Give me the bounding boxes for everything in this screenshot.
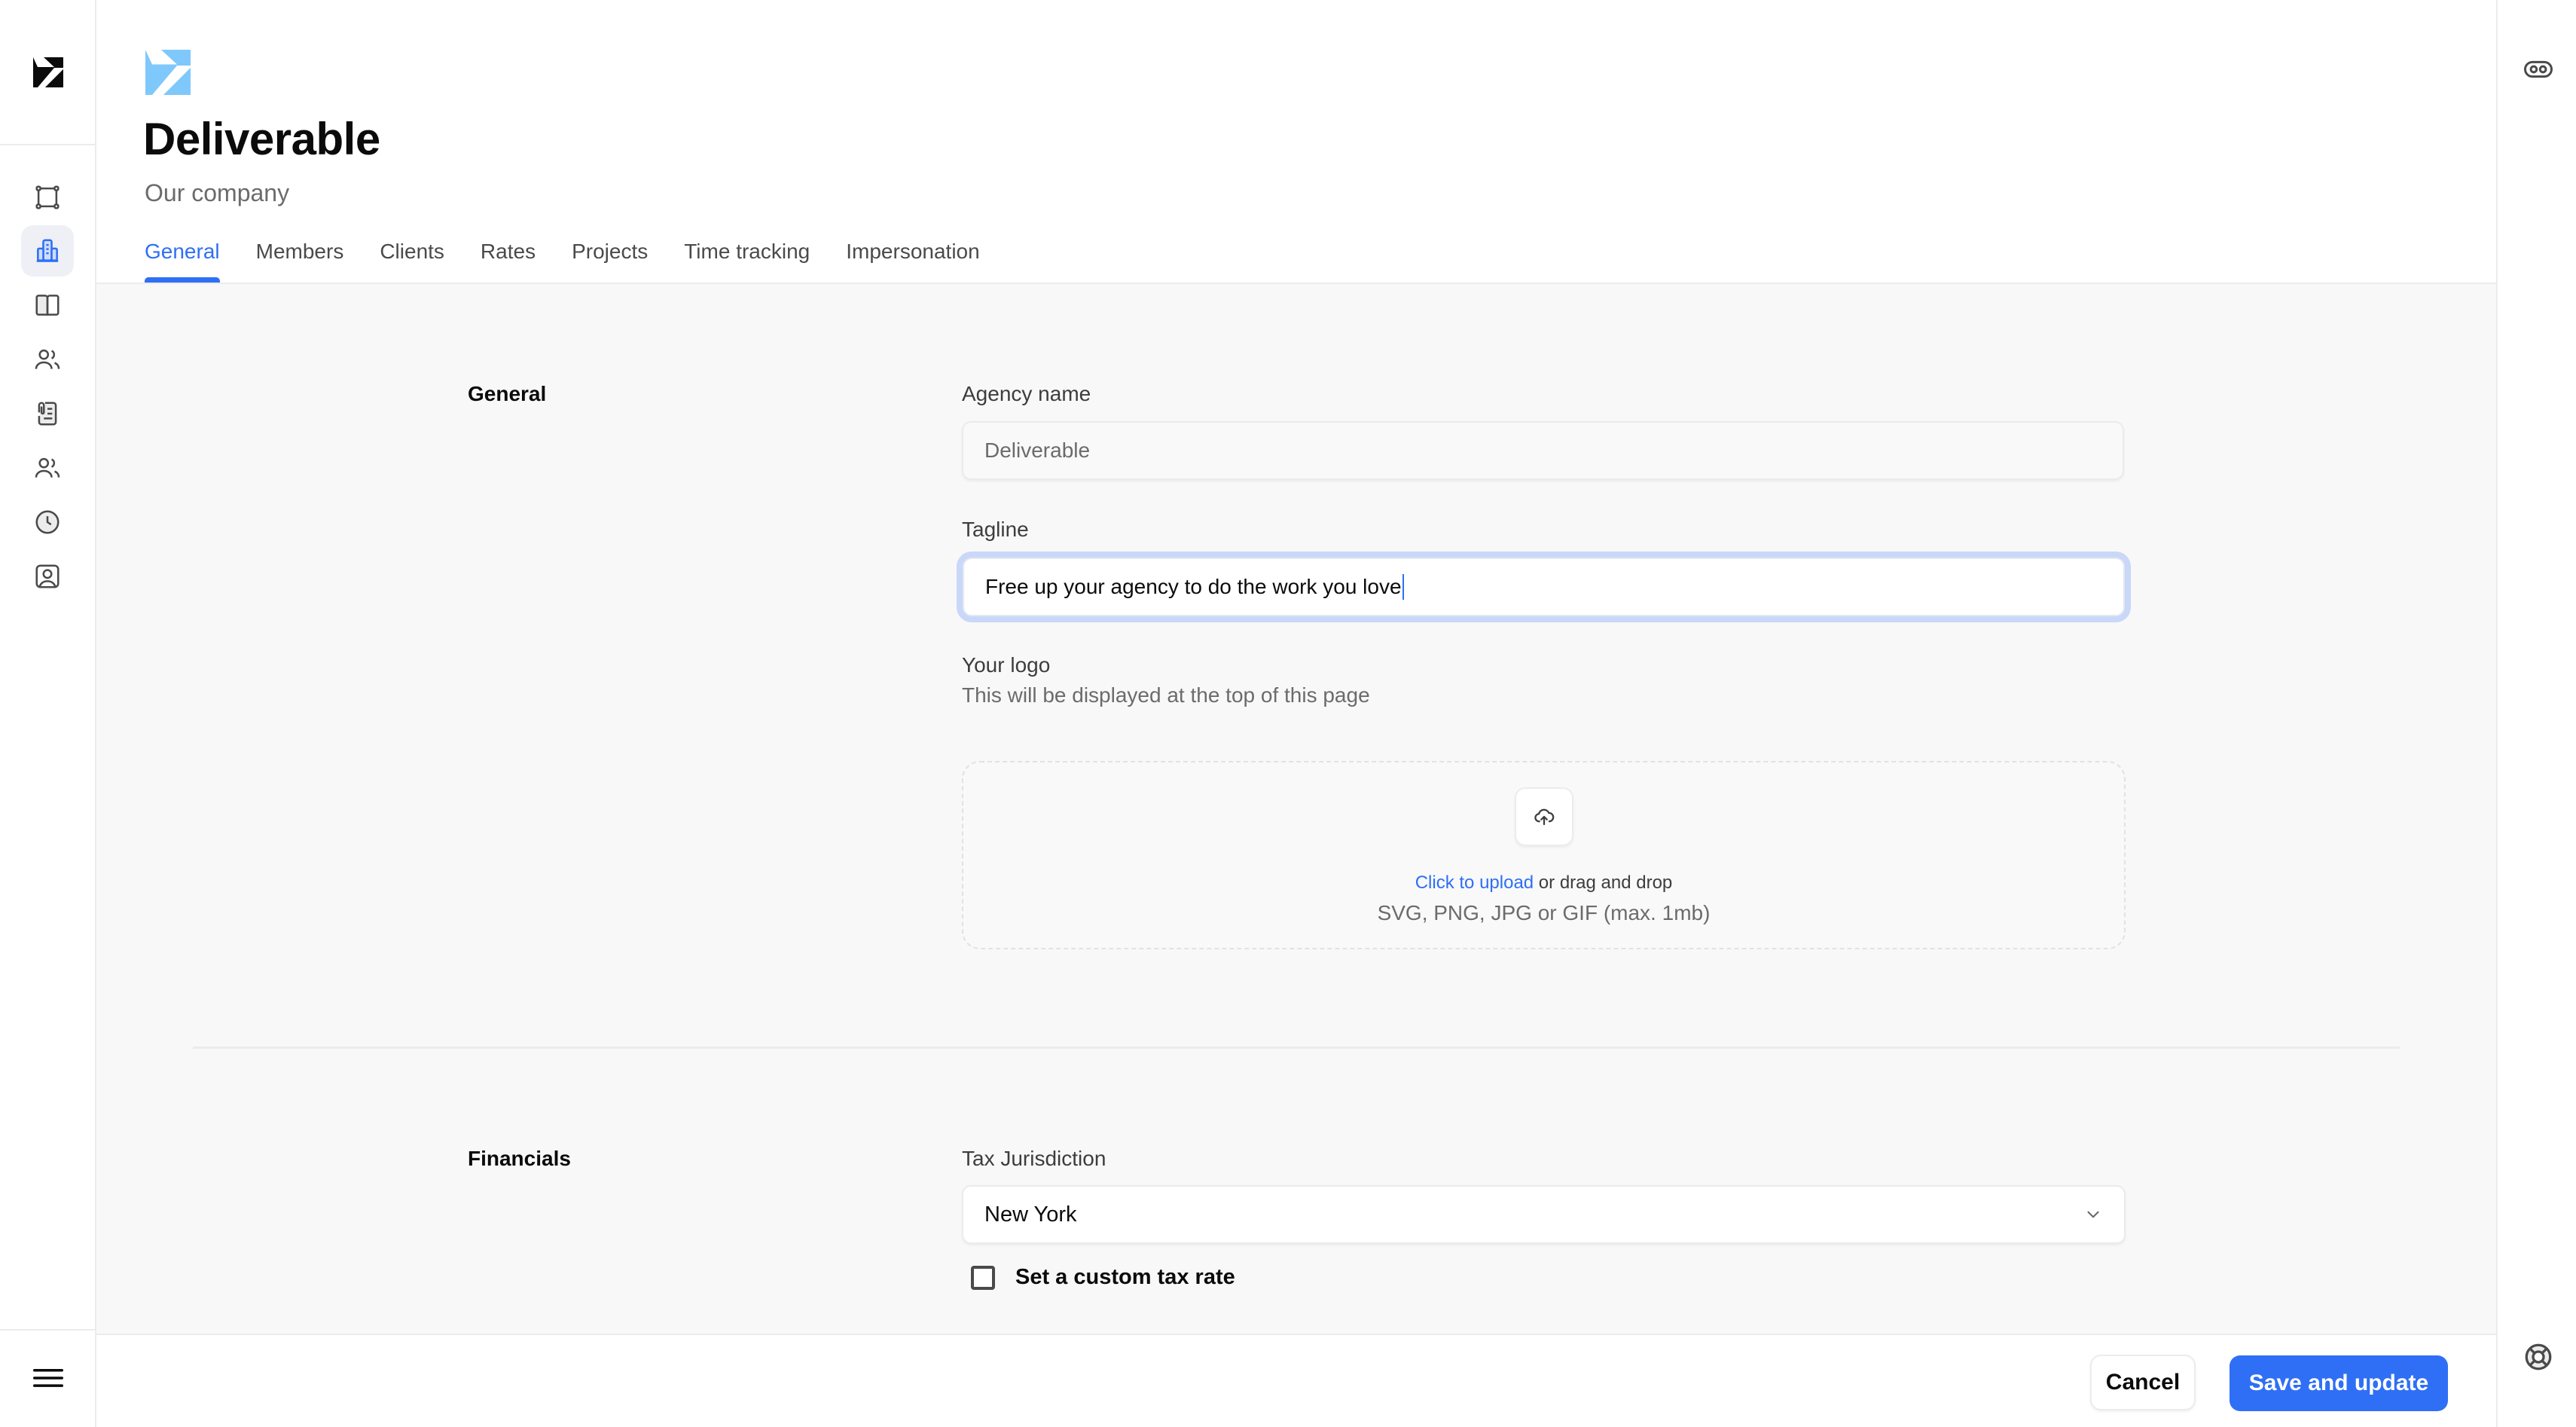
- users-icon: [35, 349, 60, 369]
- agency-name-label: Agency name: [962, 382, 1091, 405]
- settings-content: General Agency name Tagline Free up your…: [96, 284, 2496, 1334]
- logo-label: Your logo: [962, 653, 1051, 677]
- building-icon: [36, 239, 59, 262]
- tab-impersonation[interactable]: Impersonation: [846, 240, 979, 283]
- sidebar-item-documents[interactable]: [21, 388, 74, 439]
- company-logo-icon: [145, 50, 191, 95]
- tagline-input[interactable]: Free up your agency to do the work you l…: [963, 558, 2125, 616]
- cancel-button[interactable]: Cancel: [2090, 1355, 2196, 1410]
- custom-tax-rate-label[interactable]: Set a custom tax rate: [1015, 1265, 1235, 1290]
- cloud-upload-icon: [1534, 808, 1555, 826]
- tagline-label: Tagline: [962, 518, 1029, 541]
- upload-button[interactable]: [1515, 787, 1573, 846]
- chevron-down-icon: [2087, 1211, 2099, 1218]
- tab-members[interactable]: Members: [256, 240, 344, 283]
- save-and-update-button[interactable]: Save and update: [2230, 1355, 2448, 1411]
- tax-jurisdiction-label: Tax Jurisdiction: [962, 1147, 1106, 1170]
- frame-icon: [35, 185, 60, 209]
- page-subtitle: Our company: [145, 179, 290, 206]
- section-label-financials: Financials: [468, 1147, 571, 1170]
- upload-file-hint: SVG, PNG, JPG or GIF (max. 1mb): [1377, 901, 1711, 924]
- user-square-icon: [35, 564, 60, 588]
- tab-general[interactable]: General: [145, 240, 220, 283]
- text-caret: [1402, 574, 1404, 600]
- custom-tax-rate-checkbox[interactable]: [971, 1266, 995, 1290]
- tax-jurisdiction-value: New York: [984, 1202, 1077, 1227]
- impersonate-toggle-button[interactable]: [2522, 53, 2555, 86]
- section-divider: [193, 1047, 2400, 1049]
- tab-rates[interactable]: Rates: [481, 240, 536, 283]
- clipboard-attachment-icon: [38, 402, 57, 426]
- sidebar-item-company[interactable]: [21, 225, 74, 277]
- sidebar-item-frame[interactable]: [21, 172, 74, 223]
- section-label-general: General: [468, 382, 547, 405]
- book-open-icon: [35, 295, 60, 316]
- help-button[interactable]: [2522, 1340, 2555, 1374]
- click-to-upload-link[interactable]: Click to upload: [1415, 872, 1534, 893]
- deliverable-logo-icon[interactable]: [33, 57, 63, 87]
- sidebar-item-profile[interactable]: [21, 551, 74, 602]
- agency-name-input[interactable]: [962, 421, 2124, 480]
- sidebar-item-library[interactable]: [21, 280, 74, 331]
- tax-jurisdiction-select[interactable]: New York: [962, 1185, 2126, 1244]
- users-icon: [35, 457, 60, 478]
- sidebar-item-team[interactable]: [21, 442, 74, 493]
- menu-button[interactable]: [30, 1360, 66, 1396]
- tab-time-tracking[interactable]: Time tracking: [684, 240, 810, 283]
- upload-instructions: Click to upload or drag and drop: [963, 872, 2124, 894]
- logo-upload-dropzone[interactable]: Click to upload or drag and drop SVG, PN…: [962, 761, 2126, 949]
- left-sidebar: [0, 0, 96, 1427]
- tab-bar: General Members Clients Rates Projects T…: [145, 240, 1016, 283]
- tagline-value: Free up your agency to do the work you l…: [985, 575, 1402, 598]
- life-buoy-icon: [2525, 1343, 2552, 1370]
- tab-clients[interactable]: Clients: [380, 240, 444, 283]
- right-rail: [2496, 0, 2576, 1427]
- page-title: Deliverable: [143, 114, 380, 164]
- clock-icon: [35, 510, 60, 534]
- sidebar-item-people[interactable]: [21, 334, 74, 385]
- impersonate-toggle-icon: [2524, 60, 2553, 78]
- sidebar-divider: [0, 144, 95, 145]
- drag-drop-text: or drag and drop: [1534, 872, 1673, 893]
- page-header: Deliverable Our company General Members …: [96, 0, 2496, 284]
- tab-projects[interactable]: Projects: [572, 240, 648, 283]
- action-footer: Cancel Save and update: [96, 1334, 2496, 1427]
- sidebar-bottom-divider: [0, 1329, 95, 1331]
- sidebar-item-time[interactable]: [21, 497, 74, 548]
- hamburger-menu-icon: [33, 1369, 63, 1387]
- logo-help-text: This will be displayed at the top of thi…: [962, 683, 1370, 707]
